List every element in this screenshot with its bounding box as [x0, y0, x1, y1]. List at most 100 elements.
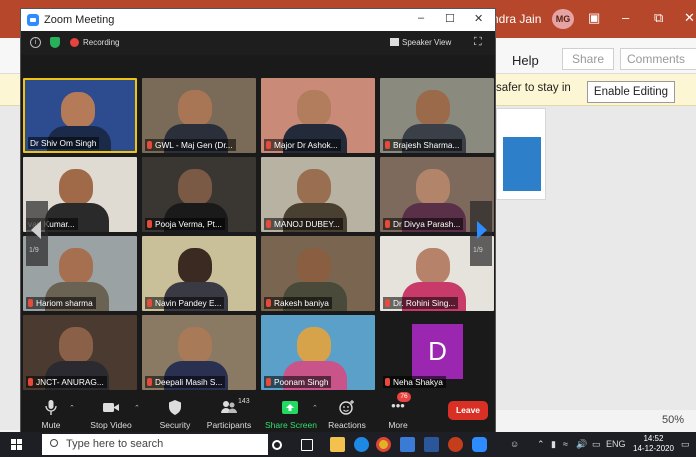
- window-title: Zoom Meeting: [44, 14, 115, 26]
- windows-start-icon[interactable]: [11, 439, 23, 451]
- participant-face: [61, 92, 95, 128]
- muted-mic-icon: [147, 378, 152, 386]
- share-screen-button[interactable]: Share Screen: [265, 395, 317, 432]
- people-icon[interactable]: ☺: [510, 439, 519, 449]
- microphone-icon: [45, 400, 57, 415]
- recording-label: Recording: [83, 38, 120, 47]
- participant-tile[interactable]: Brajesh Sharma...: [380, 78, 494, 153]
- stop-video-label: Stop Video: [90, 420, 132, 430]
- reactions-label: Reactions: [328, 420, 366, 430]
- help-tab[interactable]: Help: [512, 53, 539, 68]
- display-icon[interactable]: ▭: [592, 439, 601, 450]
- share-options-caret[interactable]: ⌃: [312, 404, 318, 412]
- participant-face: [416, 248, 450, 284]
- participant-name: Hariom sharma: [36, 298, 93, 308]
- participant-face: [416, 90, 450, 126]
- close-icon[interactable]: ✕: [684, 10, 695, 26]
- tray-chevron-icon[interactable]: ⌃: [537, 439, 545, 450]
- taskbar-clock[interactable]: 14:52 14-12-2020: [633, 434, 674, 454]
- more-button[interactable]: ••• 76 More: [378, 392, 418, 432]
- notification-badge: 76: [397, 392, 411, 402]
- meeting-top-bar: i Recording Speaker View ⛶: [21, 31, 495, 55]
- fullscreen-icon[interactable]: ⛶: [474, 36, 482, 49]
- muted-mic-icon: [266, 378, 271, 386]
- restore-icon[interactable]: ⧉: [654, 10, 663, 26]
- maximize-icon[interactable]: ☐: [445, 12, 455, 25]
- language-indicator[interactable]: ENG: [606, 439, 626, 449]
- muted-mic-icon: [385, 378, 390, 386]
- page-indicator: 1/9: [29, 247, 39, 254]
- mute-button[interactable]: Mute: [29, 395, 73, 432]
- powerpoint-icon[interactable]: [448, 437, 463, 452]
- participant-name: Dr Divya Parash...: [393, 219, 461, 229]
- zoom-app-icon[interactable]: [472, 437, 487, 452]
- participant-tile[interactable]: Dr Shiv Om Singh: [23, 78, 137, 153]
- reactions-button[interactable]: Reactions: [325, 395, 369, 432]
- participant-name-label: Dr Shiv Om Singh: [28, 137, 100, 149]
- muted-mic-icon: [266, 141, 271, 149]
- windows-taskbar: Type here to search ☺ ⌃ ▮ ≈ 🔊 ▭ ENG 14:5…: [0, 432, 696, 457]
- task-view-icon[interactable]: [301, 439, 313, 451]
- speaker-view-button[interactable]: Speaker View: [402, 38, 451, 47]
- more-label: More: [388, 420, 408, 430]
- participant-name: Rakesh baniya: [274, 298, 329, 308]
- participant-tile[interactable]: Pooja Verma, Pt...: [142, 157, 256, 232]
- search-icon: [50, 439, 58, 447]
- participant-name: Dr. Rohini Sing...: [393, 298, 456, 308]
- previous-page-button[interactable]: 1/9: [26, 201, 48, 266]
- leave-button[interactable]: Leave: [448, 401, 488, 420]
- meeting-info-icon[interactable]: i: [30, 37, 41, 48]
- audio-options-caret[interactable]: ⌃: [69, 404, 75, 412]
- enable-editing-button[interactable]: Enable Editing: [587, 81, 675, 103]
- security-button[interactable]: Security: [153, 395, 197, 432]
- participant-name-label: Brajesh Sharma...: [383, 139, 463, 151]
- word-icon[interactable]: [424, 437, 439, 452]
- participant-face: [178, 169, 212, 205]
- zoom-level[interactable]: 50%: [662, 414, 684, 426]
- notifications-icon[interactable]: ▭: [681, 439, 690, 450]
- close-icon[interactable]: ✕: [474, 12, 483, 25]
- file-explorer-icon[interactable]: [330, 437, 345, 452]
- participant-name-label: JNCT- ANURAG...: [26, 376, 107, 388]
- avatar[interactable]: MG: [552, 9, 574, 29]
- cortana-icon[interactable]: [272, 440, 282, 450]
- zoom-meeting-window: Zoom Meeting – ☐ ✕ i Recording Speaker V…: [20, 8, 496, 432]
- ppt-user-name: ndra Jain: [492, 12, 542, 26]
- participant-tile[interactable]: GWL - Maj Gen (Dr...: [142, 78, 256, 153]
- store-icon[interactable]: [400, 437, 415, 452]
- clock-time: 14:52: [643, 434, 664, 443]
- participant-tile[interactable]: Deepali Masih S...: [142, 315, 256, 390]
- taskbar-search-input[interactable]: Type here to search: [42, 434, 268, 455]
- edge-icon[interactable]: [354, 437, 369, 452]
- share-button[interactable]: Share: [562, 48, 614, 70]
- video-options-caret[interactable]: ⌃: [134, 404, 140, 412]
- slide-thumbnail[interactable]: [496, 108, 546, 200]
- participant-name: GWL - Maj Gen (Dr...: [155, 140, 233, 150]
- stop-video-button[interactable]: Stop Video: [89, 395, 133, 432]
- participant-name-label: Neha Shakya: [383, 376, 446, 388]
- chrome-icon[interactable]: [376, 437, 391, 452]
- volume-icon[interactable]: 🔊: [576, 439, 587, 450]
- more-icon: •••: [391, 398, 405, 413]
- participants-button[interactable]: 143 Participants: [205, 395, 253, 432]
- participant-tile[interactable]: Rakesh baniya: [261, 236, 375, 311]
- participant-tile[interactable]: Poonam Singh: [261, 315, 375, 390]
- participants-count: 143: [238, 398, 250, 405]
- participant-tile[interactable]: JNCT- ANURAG...: [23, 315, 137, 390]
- participant-face: [59, 169, 93, 205]
- participant-tile[interactable]: Navin Pandey E...: [142, 236, 256, 311]
- ribbon-display-icon[interactable]: ▣: [588, 10, 600, 26]
- next-page-button[interactable]: 1/9: [470, 201, 492, 266]
- encryption-shield-icon[interactable]: [50, 37, 60, 48]
- protected-view-message: safer to stay in: [496, 82, 571, 94]
- view-grid-icon: [390, 38, 399, 46]
- comments-button[interactable]: Comments: [620, 48, 696, 70]
- minimize-icon[interactable]: –: [622, 10, 629, 25]
- participant-name-label: MANOJ DUBEY...: [264, 218, 343, 230]
- minimize-icon[interactable]: –: [418, 12, 424, 24]
- participant-tile[interactable]: D Neha Shakya: [380, 315, 494, 390]
- participant-tile[interactable]: MANOJ DUBEY...: [261, 157, 375, 232]
- participant-tile[interactable]: Major Dr Ashok...: [261, 78, 375, 153]
- wifi-icon[interactable]: ≈: [563, 439, 568, 449]
- participant-name-label: GWL - Maj Gen (Dr...: [145, 139, 236, 151]
